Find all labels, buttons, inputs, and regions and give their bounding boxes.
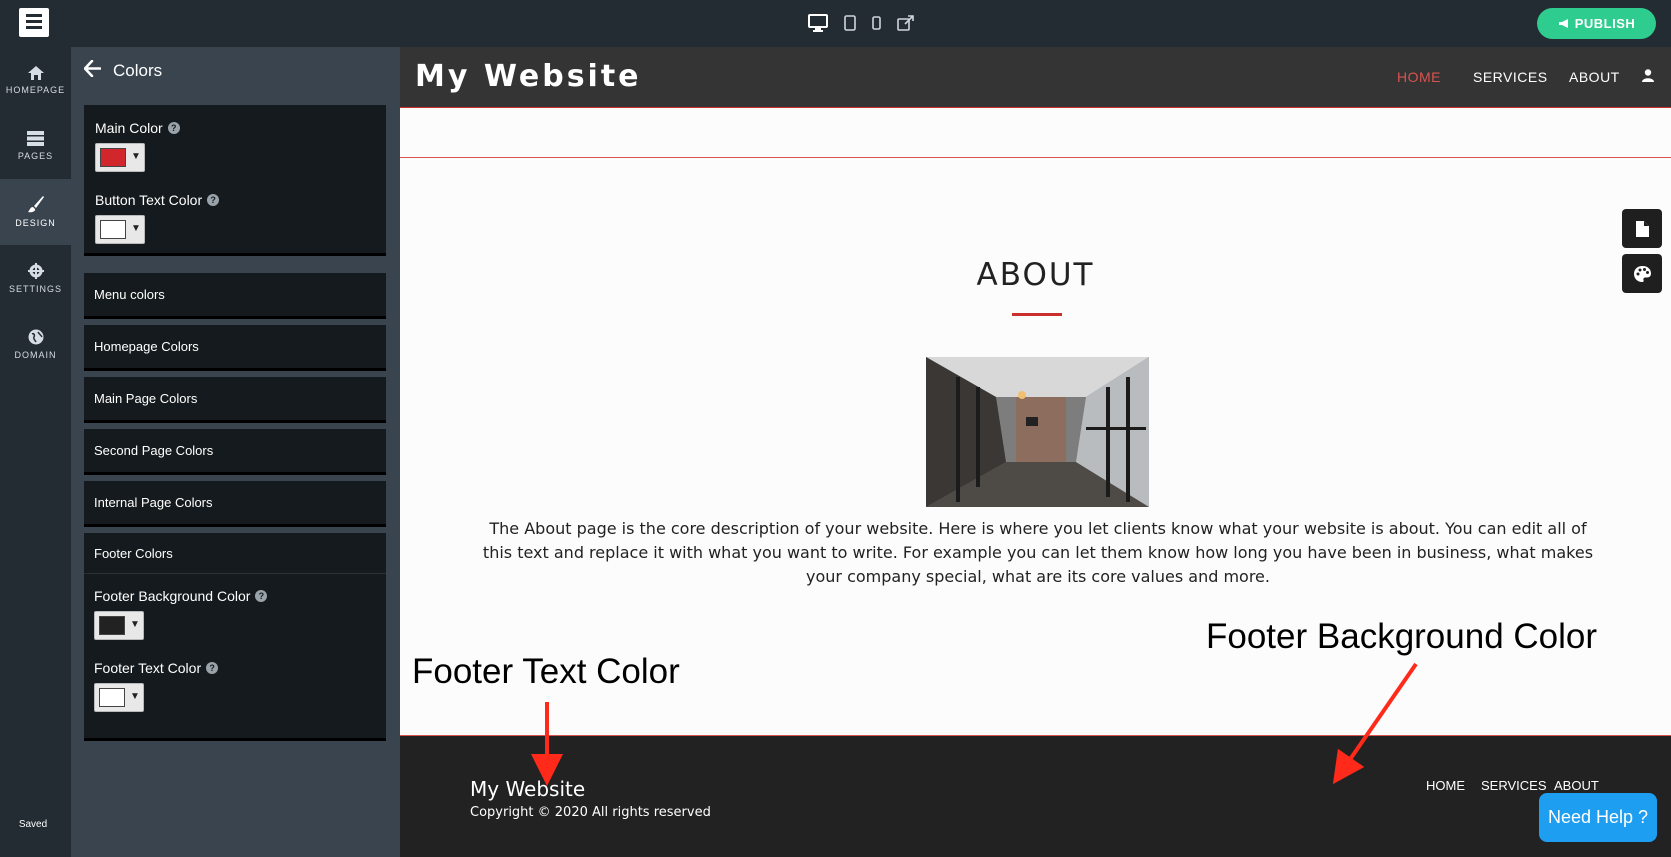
gear-icon <box>27 262 44 279</box>
footer-nav-about[interactable]: ABOUT <box>1554 778 1599 793</box>
main-colors-box: Main Color ? ▼ Button Text Color ? ▼ <box>84 105 386 256</box>
brush-icon <box>28 196 44 213</box>
user-icon[interactable] <box>1642 69 1654 87</box>
nav-label-domain: DOMAIN <box>14 349 57 360</box>
pages-icon <box>27 131 44 146</box>
site-title[interactable]: My Website <box>415 59 642 94</box>
separator-line <box>400 157 1671 158</box>
file-icon <box>1635 220 1649 237</box>
megaphone-icon <box>1558 19 1568 28</box>
nav-label-pages: PAGES <box>17 151 54 161</box>
section-menu-colors[interactable]: Menu colors <box>84 273 386 319</box>
section-internal-page-colors[interactable]: Internal Page Colors <box>84 481 386 527</box>
divider <box>84 573 386 574</box>
help-icon[interactable]: ? <box>206 662 219 674</box>
globe-icon <box>28 329 43 344</box>
footer-nav-home[interactable]: HOME <box>1426 778 1465 793</box>
device-switcher <box>808 12 915 34</box>
annotation-footer-background-color: Footer Background Color <box>1206 617 1598 656</box>
footer-bg-color-chip <box>99 616 125 635</box>
nav-item-pages[interactable]: PAGES <box>0 113 71 179</box>
nav-item-domain[interactable]: DOMAIN <box>0 311 71 377</box>
nav-label-homepage: HOMEPAGE <box>5 84 66 95</box>
nav-label-settings: SETTINGS <box>8 283 62 294</box>
footer-text-color-label: Footer Text Color ? <box>94 660 219 676</box>
footer-colors-box: Footer Colors Footer Background Color ? … <box>84 533 386 741</box>
help-icon[interactable]: ? <box>255 590 268 602</box>
app-logo-icon[interactable] <box>19 8 49 37</box>
annotation-footer-text-color: Footer Text Color <box>412 652 680 691</box>
nav-item-design[interactable]: DESIGN <box>0 179 71 245</box>
nav-label-design: DESIGN <box>15 218 56 228</box>
nav-item-homepage[interactable]: HOMEPAGE <box>0 47 71 113</box>
need-help-button[interactable]: Need Help ? <box>1539 793 1657 842</box>
mobile-icon[interactable] <box>872 12 881 34</box>
publish-label: PUBLISH <box>1574 16 1636 31</box>
save-status: Saved <box>18 819 48 830</box>
site-nav-about[interactable]: ABOUT <box>1569 69 1620 85</box>
section-homepage-colors[interactable]: Homepage Colors <box>84 325 386 371</box>
section-main-page-colors[interactable]: Main Page Colors <box>84 377 386 423</box>
external-link-icon[interactable] <box>897 12 915 34</box>
help-icon[interactable]: ? <box>167 122 180 134</box>
button-text-color-chip <box>100 220 126 239</box>
title-underline <box>1012 313 1062 316</box>
about-title[interactable]: ABOUT <box>400 257 1671 293</box>
publish-button[interactable]: PUBLISH <box>1537 8 1656 39</box>
page-tool-button[interactable] <box>1622 209 1662 248</box>
footer-title[interactable]: My Website <box>470 777 585 801</box>
help-icon[interactable]: ? <box>207 194 220 206</box>
main-color-chip <box>100 148 126 167</box>
site-footer: My Website Copyright © 2020 All rights r… <box>400 735 1671 857</box>
about-text[interactable]: The About page is the core description o… <box>478 517 1598 589</box>
panel-header: Colors <box>71 47 400 93</box>
footer-text-color-picker[interactable]: ▼ <box>94 683 144 712</box>
caret-down-icon: ▼ <box>131 223 141 234</box>
about-photo[interactable] <box>926 357 1149 507</box>
caret-down-icon: ▼ <box>131 151 141 162</box>
home-icon <box>27 65 44 80</box>
tablet-icon[interactable] <box>844 12 856 34</box>
panel-title: Colors <box>113 61 163 80</box>
site-header: My Website HOME SERVICES ABOUT <box>400 47 1671 108</box>
button-text-color-picker[interactable]: ▼ <box>95 215 145 244</box>
nav-item-settings[interactable]: SETTINGS <box>0 245 71 311</box>
caret-down-icon: ▼ <box>130 691 140 702</box>
footer-bg-color-picker[interactable]: ▼ <box>94 611 144 640</box>
main-color-picker[interactable]: ▼ <box>95 143 145 172</box>
footer-colors-title[interactable]: Footer Colors <box>94 546 173 561</box>
colors-panel: Colors Main Color ? ▼ Button Text Color … <box>71 47 400 857</box>
footer-text-color-chip <box>99 688 125 707</box>
footer-copyright[interactable]: Copyright © 2020 All rights reserved <box>470 805 711 820</box>
footer-bg-color-label: Footer Background Color ? <box>94 588 268 604</box>
left-nav: HOMEPAGE PAGES DESIGN SETTINGS DOMAIN Sa… <box>0 47 71 857</box>
site-nav-home[interactable]: HOME <box>1397 69 1441 85</box>
caret-down-icon: ▼ <box>130 619 140 630</box>
top-bar: PUBLISH <box>0 0 1671 47</box>
footer-nav-services[interactable]: SERVICES <box>1481 778 1547 793</box>
section-second-page-colors[interactable]: Second Page Colors <box>84 429 386 475</box>
site-nav-services[interactable]: SERVICES <box>1473 69 1548 85</box>
button-text-color-label: Button Text Color ? <box>95 192 220 208</box>
main-color-label: Main Color ? <box>95 120 180 136</box>
back-arrow-icon[interactable] <box>83 59 102 82</box>
desktop-icon[interactable] <box>808 12 828 34</box>
website-preview: My Website HOME SERVICES ABOUT ABOUT The… <box>400 47 1671 857</box>
